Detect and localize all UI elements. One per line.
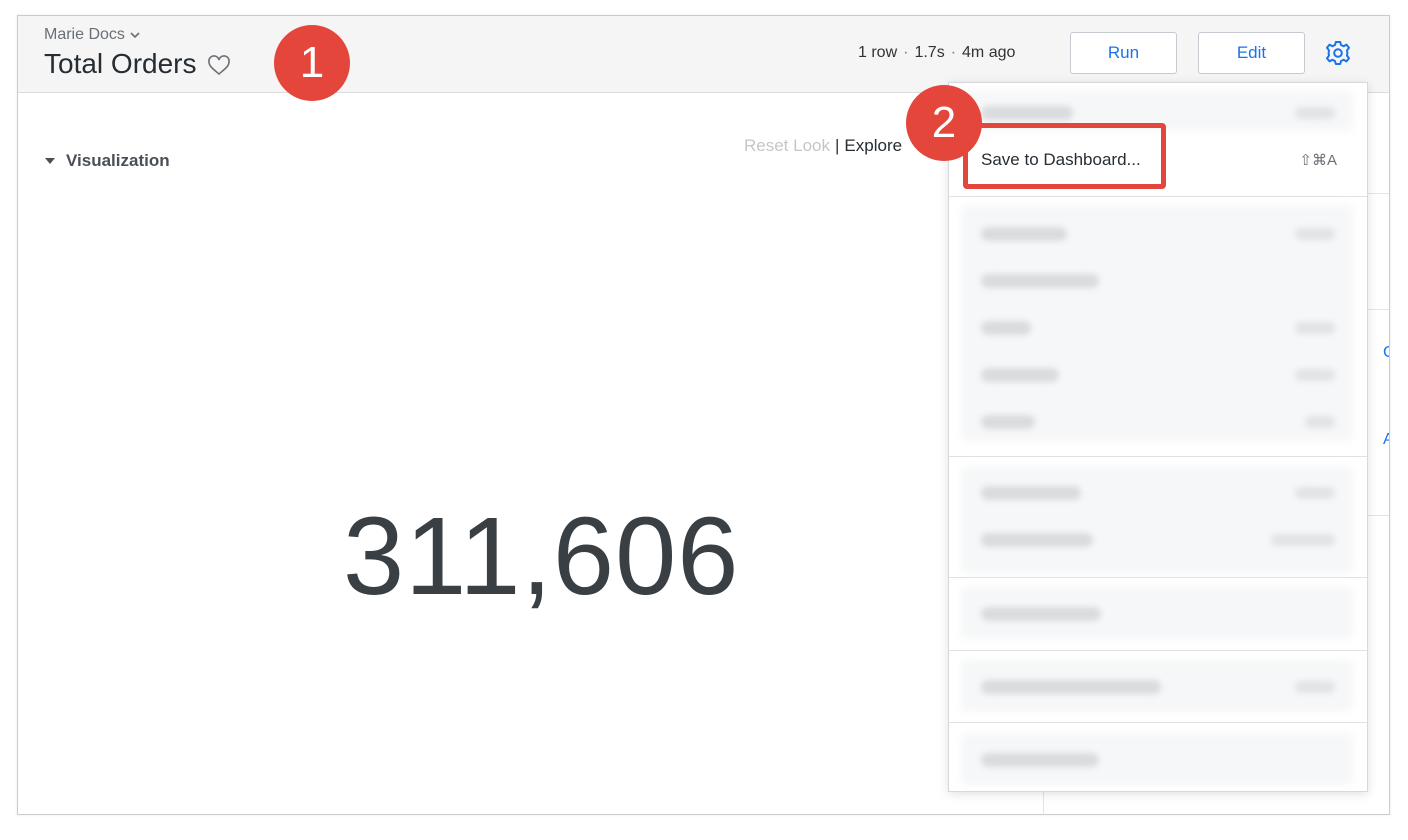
menu-divider: [949, 456, 1367, 457]
blurred-menu-label: [981, 753, 1099, 767]
query-age: 4m ago: [962, 44, 1016, 61]
query-meta: 1 row · 1.7s · 4m ago: [858, 44, 1015, 62]
blurred-shortcut: [1295, 369, 1335, 381]
right-panel-text: C: [1383, 344, 1389, 362]
explore-link[interactable]: Explore: [844, 136, 902, 155]
blurred-shortcut: [1305, 416, 1335, 428]
single-value: 311,606: [343, 495, 740, 618]
blurred-menu-label: [981, 106, 1073, 120]
blurred-shortcut: [1295, 107, 1335, 119]
caret-down-icon: [45, 158, 55, 164]
blurred-menu-label: [981, 368, 1059, 382]
blurred-menu-label: [981, 533, 1093, 547]
blurred-shortcut: [1295, 322, 1335, 334]
page-title: Total Orders: [44, 48, 231, 80]
blurred-shortcut: [1295, 681, 1335, 693]
look-links: Reset Look | Explore: [744, 136, 902, 156]
heart-icon[interactable]: [207, 54, 231, 78]
folder-label: Marie Docs: [44, 26, 125, 43]
menu-divider: [949, 196, 1367, 197]
menu-item-shortcut: ⇧⌘A: [1299, 152, 1337, 169]
callout-highlight: [963, 123, 1166, 189]
meta-separator: ·: [950, 44, 957, 61]
link-divider: |: [835, 136, 840, 155]
blurred-menu-label: [981, 274, 1099, 288]
blurred-menu-label: [981, 415, 1035, 429]
menu-divider: [949, 577, 1367, 578]
blurred-menu-label: [981, 680, 1161, 694]
title-text: Total Orders: [44, 48, 197, 79]
blurred-menu-label: [981, 486, 1081, 500]
right-panel-text: Ad: [1383, 431, 1389, 449]
visualization-label: Visualization: [66, 151, 170, 170]
row-count: 1 row: [858, 44, 898, 61]
blurred-region: [961, 467, 1353, 573]
query-duration: 1.7s: [914, 44, 945, 61]
menu-divider: [949, 722, 1367, 723]
reset-look-link[interactable]: Reset Look: [744, 136, 830, 155]
step-badge-1: 1: [274, 25, 350, 101]
blurred-menu-label: [981, 227, 1067, 241]
edit-button[interactable]: Edit: [1198, 32, 1305, 74]
blurred-menu-label: [981, 321, 1031, 335]
blurred-shortcut: [1271, 534, 1335, 546]
blurred-shortcut: [1295, 228, 1335, 240]
chevron-down-icon: [130, 32, 140, 39]
blurred-shortcut: [1295, 487, 1335, 499]
meta-separator: ·: [903, 44, 909, 61]
folder-breadcrumb[interactable]: Marie Docs: [44, 26, 141, 44]
visualization-toggle[interactable]: Visualization: [44, 151, 170, 171]
menu-divider: [949, 650, 1367, 651]
blurred-menu-label: [981, 607, 1101, 621]
run-button[interactable]: Run: [1070, 32, 1177, 74]
gear-icon[interactable]: [1323, 38, 1353, 68]
step-badge-2: 2: [906, 85, 982, 161]
